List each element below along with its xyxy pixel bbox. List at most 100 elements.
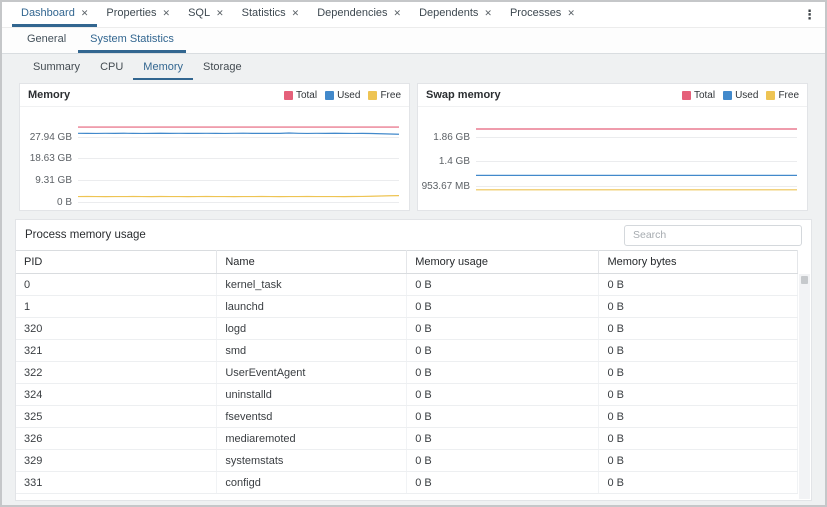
close-icon[interactable]: ✕ (216, 9, 224, 18)
tab-memory[interactable]: Memory (133, 56, 193, 80)
chart-legend: Total Used Free (682, 90, 799, 101)
table-row[interactable]: 0kernel_task0 B0 B (16, 274, 798, 296)
legend-label: Total (296, 90, 317, 101)
tab-label: Dependencies (317, 7, 387, 19)
search-input[interactable] (624, 225, 802, 246)
cell-name: kernel_task (217, 274, 407, 296)
legend-item-total: Total (284, 90, 317, 101)
cell-pid: 1 (16, 296, 217, 318)
cell-pid: 325 (16, 406, 217, 428)
cell-pid: 331 (16, 472, 217, 494)
column-header-memory-usage[interactable]: Memory usage (407, 251, 599, 274)
tab-storage[interactable]: Storage (193, 56, 252, 80)
table-row[interactable]: 325fseventsd0 B0 B (16, 406, 798, 428)
cell-memory-usage: 0 B (407, 384, 599, 406)
legend-swatch (368, 91, 377, 100)
legend-swatch (325, 91, 334, 100)
cell-memory-usage: 0 B (407, 362, 599, 384)
tab-sql[interactable]: SQL✕ (179, 2, 233, 27)
y-tick-label: 1.86 GB (433, 132, 470, 143)
column-header-memory-bytes[interactable]: Memory bytes (599, 251, 798, 274)
cell-memory-bytes: 0 B (599, 318, 798, 340)
cell-memory-usage: 0 B (407, 472, 599, 494)
table-row[interactable]: 329systemstats0 B0 B (16, 450, 798, 472)
legend-swatch (284, 91, 293, 100)
cell-pid: 326 (16, 428, 217, 450)
swap-chart-header: Swap memory Total Used Free (418, 84, 807, 106)
chart-legend: TotalUsedFree (284, 90, 401, 101)
tab-label: Dependents (419, 7, 478, 19)
more-options-icon[interactable]: ⋮ (803, 2, 816, 28)
cell-name: configd (217, 472, 407, 494)
close-icon[interactable]: ✕ (292, 9, 300, 18)
tab-general[interactable]: General (15, 28, 78, 53)
tab-label: System Statistics (90, 33, 174, 45)
cell-memory-bytes: 0 B (599, 406, 798, 428)
y-tick-label: 9.31 GB (35, 175, 72, 186)
cell-name: mediaremoted (217, 428, 407, 450)
table-scrollbar-track[interactable] (799, 274, 810, 499)
table-row[interactable]: 1launchd0 B0 B (16, 296, 798, 318)
tab-processes[interactable]: Processes✕ (501, 2, 584, 27)
cell-memory-usage: 0 B (407, 296, 599, 318)
close-icon[interactable]: ✕ (163, 9, 171, 18)
column-header-pid[interactable]: PID (16, 251, 217, 274)
tab-system-statistics[interactable]: System Statistics (78, 28, 186, 53)
tab-dashboard[interactable]: Dashboard ✕ (12, 2, 97, 27)
chart-title: Swap memory (426, 89, 501, 101)
cell-memory-usage: 0 B (407, 450, 599, 472)
cell-memory-usage: 0 B (407, 274, 599, 296)
cell-pid: 321 (16, 340, 217, 362)
y-tick-label: 1.4 GB (439, 156, 470, 167)
y-tick-label: 0 B (57, 197, 72, 208)
table-row[interactable]: 321smd0 B0 B (16, 340, 798, 362)
cell-memory-bytes: 0 B (599, 450, 798, 472)
legend-item-free: Free (766, 90, 799, 101)
table-row[interactable]: 320logd0 B0 B (16, 318, 798, 340)
legend-swatch (766, 91, 775, 100)
statistics-tab-bar: SummaryCPUMemoryStorage (15, 56, 812, 80)
tab-statistics[interactable]: Statistics✕ (233, 2, 309, 27)
cell-memory-bytes: 0 B (599, 296, 798, 318)
cell-memory-bytes: 0 B (599, 384, 798, 406)
tab-label: Dashboard (21, 7, 75, 19)
close-icon[interactable]: ✕ (567, 9, 575, 18)
cell-memory-bytes: 0 B (599, 428, 798, 450)
cell-memory-bytes: 0 B (599, 274, 798, 296)
table-row[interactable]: 326mediaremoted0 B0 B (16, 428, 798, 450)
y-tick-label: 953.67 MB (422, 181, 470, 192)
legend-item-total: Total (682, 90, 715, 101)
cell-pid: 322 (16, 362, 217, 384)
table-row[interactable]: 322UserEventAgent0 B0 B (16, 362, 798, 384)
column-header-name[interactable]: Name (217, 251, 407, 274)
close-icon[interactable]: ✕ (484, 9, 492, 18)
tab-cpu[interactable]: CPU (90, 56, 133, 80)
main-tabs-container: Dashboard✕Properties✕SQL✕Statistics✕Depe… (12, 2, 584, 27)
tab-properties[interactable]: Properties ✕ (97, 2, 179, 27)
table-row[interactable]: 324uninstalld0 B0 B (16, 384, 798, 406)
y-tick-label: 27.94 GB (30, 132, 72, 143)
cell-pid: 320 (16, 318, 217, 340)
tab-dependents[interactable]: Dependents ✕ (410, 2, 501, 27)
tab-label: General (27, 33, 66, 45)
legend-swatch (723, 91, 732, 100)
memory-plot-area: 27.94 GB18.63 GB9.31 GB0 B (78, 117, 399, 205)
cell-name: uninstalld (217, 384, 407, 406)
cell-name: UserEventAgent (217, 362, 407, 384)
cell-memory-bytes: 0 B (599, 362, 798, 384)
y-tick-label: 18.63 GB (30, 153, 72, 164)
legend-item-used: Used (723, 90, 758, 101)
tab-dependencies[interactable]: Dependencies ✕ (308, 2, 410, 27)
process-table-header: Process memory usage (16, 220, 811, 250)
tab-summary[interactable]: Summary (23, 56, 90, 80)
process-table: PID Name Memory usage Memory bytes 0kern… (16, 250, 798, 494)
close-icon[interactable]: ✕ (81, 9, 89, 18)
table-scrollbar-thumb[interactable] (801, 276, 808, 284)
legend-swatch (682, 91, 691, 100)
swap-memory-chart-panel: Swap memory Total Used Free 1.86 GB 1.4 GB 9… (417, 83, 808, 211)
tab-label: Properties (106, 7, 156, 19)
cell-pid: 324 (16, 384, 217, 406)
table-row[interactable]: 331configd0 B0 B (16, 472, 798, 494)
cell-name: smd (217, 340, 407, 362)
close-icon[interactable]: ✕ (394, 9, 402, 18)
